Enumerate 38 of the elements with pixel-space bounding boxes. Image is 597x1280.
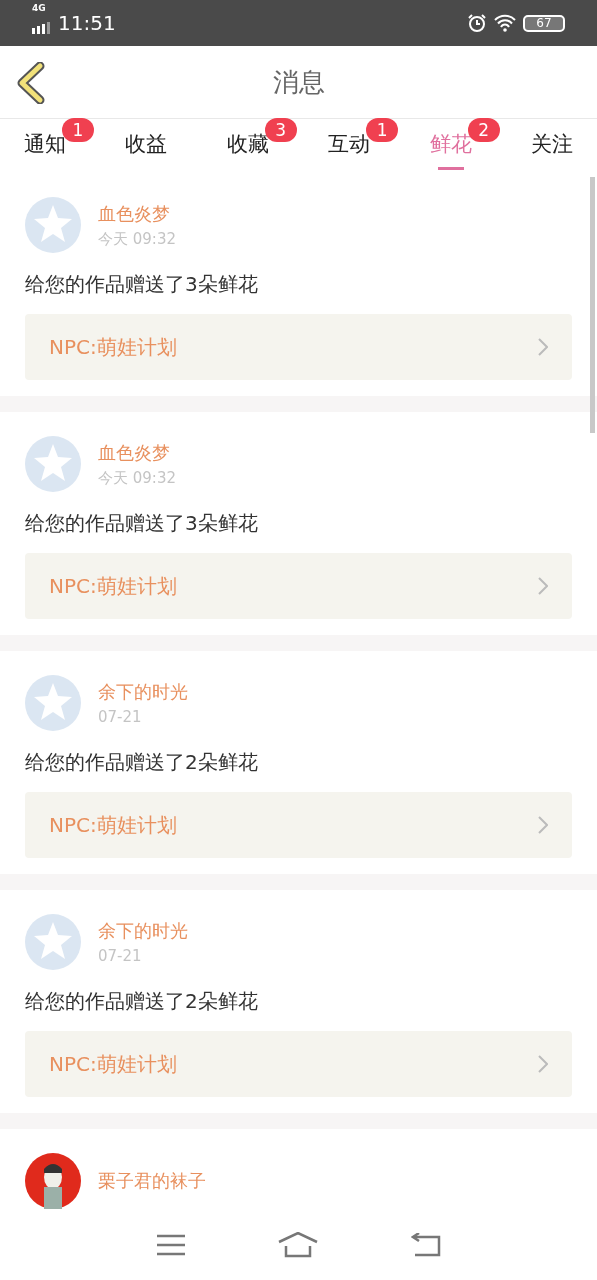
network-type: 4G (32, 3, 46, 13)
default-avatar-icon (25, 675, 81, 731)
message-time: 07-21 (98, 708, 143, 726)
work-link[interactable]: NPC:萌娃计划 (25, 553, 572, 619)
message-time: 今天 09:32 (98, 468, 176, 488)
work-link[interactable]: NPC:萌娃计划 (25, 792, 572, 858)
battery-level: 67 (523, 14, 565, 32)
clock-time: 11:51 (58, 11, 116, 35)
default-avatar-icon (25, 197, 81, 253)
home-icon[interactable] (277, 1232, 318, 1258)
message-text: 给您的作品赠送了2朵鲜花 (25, 749, 259, 776)
user-name[interactable]: 栗子君的袜子 (98, 1169, 206, 1193)
message-text: 给您的作品赠送了3朵鲜花 (25, 271, 259, 298)
wifi-icon (493, 14, 517, 32)
back-icon[interactable] (16, 62, 46, 104)
menu-icon[interactable] (156, 1234, 185, 1256)
chevron-right-icon (538, 816, 548, 834)
default-avatar-icon (25, 914, 81, 970)
chevron-right-icon (538, 1055, 548, 1073)
message-time: 今天 09:32 (98, 229, 176, 249)
user-name[interactable]: 余下的时光 (98, 919, 188, 943)
message-text: 给您的作品赠送了3朵鲜花 (25, 510, 259, 537)
message-text: 给您的作品赠送了2朵鲜花 (25, 988, 259, 1015)
user-name[interactable]: 血色炎梦 (98, 201, 176, 226)
work-link[interactable]: NPC:萌娃计划 (25, 1031, 572, 1097)
page-title: 消息 (272, 65, 325, 99)
alarm-icon (467, 13, 487, 33)
signal-icon (32, 22, 52, 34)
chevron-right-icon (538, 577, 548, 595)
chevron-right-icon (538, 338, 548, 356)
back-nav-icon[interactable] (410, 1233, 441, 1257)
message-time: 07-21 (98, 947, 143, 965)
user-name[interactable]: 血色炎梦 (98, 440, 176, 465)
tab[interactable]: 收益 (125, 119, 168, 173)
user-name[interactable]: 余下的时光 (98, 680, 188, 704)
tab[interactable]: 关注 (530, 119, 573, 173)
default-avatar-icon (25, 436, 81, 492)
work-link[interactable]: NPC:萌娃计划 (25, 314, 572, 380)
